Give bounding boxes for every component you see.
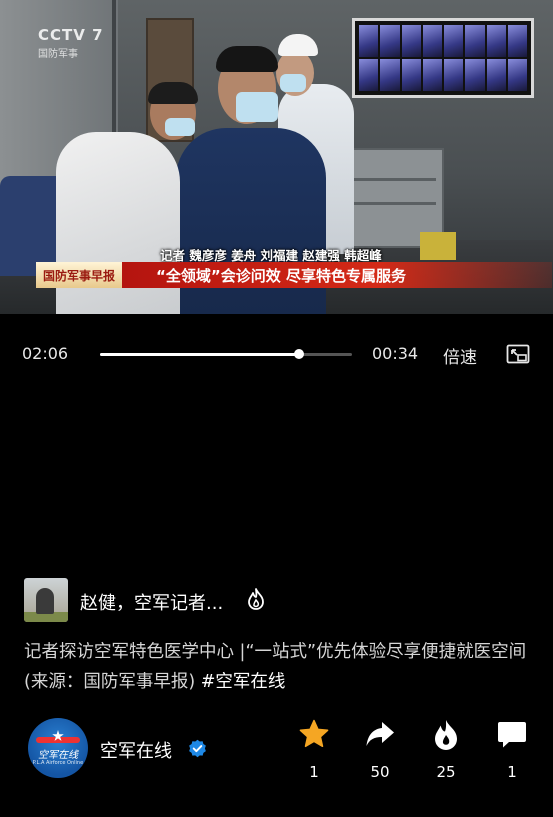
favorite-button[interactable]: 1 bbox=[292, 718, 336, 781]
fire-icon bbox=[248, 588, 264, 610]
video-player[interactable]: CCTV 7 国防军事 记者 魏彦彦 姜舟 刘福建 赵建强 韩超峰 国防军事早报… bbox=[0, 0, 553, 314]
news-headline: “全领域”会诊问效 尽享特色专属服务 bbox=[122, 262, 552, 288]
program-tag: 国防军事早报 bbox=[36, 262, 123, 288]
author-avatar[interactable] bbox=[24, 578, 68, 622]
hashtag-link[interactable]: #空军在线 bbox=[201, 672, 286, 692]
patient-mask bbox=[236, 92, 278, 122]
progress-thumb[interactable] bbox=[294, 349, 305, 359]
share-count: 50 bbox=[370, 763, 390, 781]
doctor-hair bbox=[148, 82, 198, 104]
picture-in-picture-icon[interactable] bbox=[506, 344, 530, 364]
share-arrow-icon bbox=[366, 722, 394, 746]
star-icon bbox=[299, 719, 329, 748]
xray-lightbox bbox=[352, 18, 534, 98]
hot-button[interactable]: 25 bbox=[424, 718, 468, 781]
yellow-bin bbox=[420, 232, 456, 260]
author-name[interactable]: 赵健，空军记者... bbox=[80, 589, 223, 615]
remaining-time: 00:34 bbox=[372, 344, 419, 363]
share-button[interactable]: 50 bbox=[358, 718, 402, 781]
comment-button[interactable]: 1 bbox=[490, 718, 534, 781]
player-controls: 02:06 00:34 倍速 bbox=[0, 340, 553, 370]
hot-count: 25 bbox=[436, 763, 456, 781]
post-caption: 记者探访空军特色医学中心 |“一站式”优先体验尽享便捷就医空间 (来源：国防军事… bbox=[24, 637, 536, 697]
comment-count: 1 bbox=[507, 763, 517, 781]
progress-bar[interactable] bbox=[100, 349, 352, 359]
doctor-mask bbox=[165, 118, 195, 136]
nurse-mask bbox=[280, 74, 306, 92]
verified-badge-icon bbox=[189, 739, 206, 758]
channel-row: 空军在线 P.L.A Airforce Online 空军在线 1 50 25 … bbox=[28, 718, 548, 782]
playback-speed-button[interactable]: 倍速 bbox=[443, 343, 477, 368]
favorite-count: 1 bbox=[309, 763, 319, 781]
channel-logo[interactable]: 空军在线 P.L.A Airforce Online bbox=[28, 718, 88, 778]
cctv7-logo: CCTV 7 国防军事 bbox=[38, 26, 104, 60]
progress-fill bbox=[100, 353, 300, 356]
flame-icon bbox=[435, 720, 457, 750]
news-lower-third: 国防军事早报 “全领域”会诊问效 尽享特色专属服务 bbox=[36, 262, 552, 288]
current-time: 02:06 bbox=[22, 344, 69, 363]
patient-hair bbox=[216, 46, 278, 72]
nurse-cap bbox=[278, 34, 318, 56]
comment-bubble-icon bbox=[498, 722, 526, 748]
author-row[interactable]: 赵健，空军记者... bbox=[24, 578, 544, 622]
channel-name[interactable]: 空军在线 bbox=[100, 737, 172, 763]
